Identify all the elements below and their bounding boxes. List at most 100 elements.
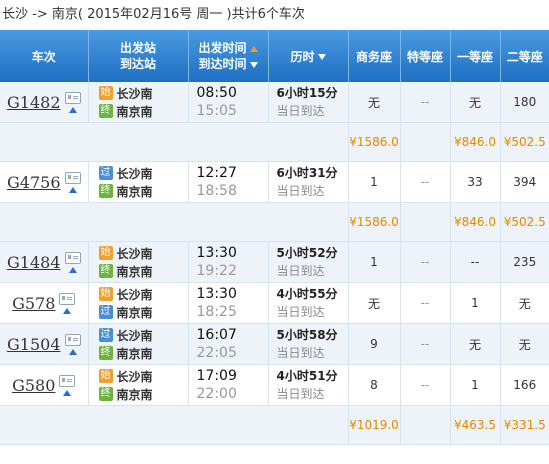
expand-triangle-icon[interactable] bbox=[63, 307, 72, 314]
seat-special: -- bbox=[400, 323, 451, 365]
seat-business: 1 bbox=[348, 241, 401, 283]
to-type-tag: 终 bbox=[98, 264, 113, 278]
header-times[interactable]: 出发时间 到达时间 bbox=[188, 30, 269, 82]
from-station: 长沙南 bbox=[116, 246, 153, 261]
train-number-cell: G578 bbox=[0, 292, 88, 314]
arrive-day: 当日到达 bbox=[276, 387, 325, 401]
arrive-time: 19:22 bbox=[196, 263, 237, 279]
to-station: 南京南 bbox=[116, 305, 153, 320]
from-type-tag: 始 bbox=[98, 369, 113, 383]
train-number-link[interactable]: G578 bbox=[12, 294, 55, 313]
arrive-day: 当日到达 bbox=[276, 346, 325, 360]
price-row: ¥1586.0 ¥846.0 ¥502.5 bbox=[0, 122, 549, 162]
price-row: ¥1586.0 ¥846.0 ¥502.5 bbox=[0, 202, 549, 242]
train-info-icon[interactable] bbox=[64, 171, 81, 184]
seat-second: 180 bbox=[500, 82, 549, 123]
seat-second: 无 bbox=[500, 282, 549, 324]
header-time-a: 出发时间 bbox=[198, 41, 247, 55]
train-number-cell: G4756 bbox=[0, 171, 88, 193]
sort-desc-icon[interactable] bbox=[249, 61, 258, 68]
from-station: 长沙南 bbox=[116, 328, 153, 343]
seat-business: 9 bbox=[348, 323, 401, 365]
depart-time: 13:30 bbox=[196, 286, 237, 302]
arrive-time: 18:58 bbox=[196, 183, 237, 199]
header-duration-label: 历时 bbox=[290, 49, 315, 64]
depart-time: 16:07 bbox=[196, 327, 237, 343]
train-number-link[interactable]: G1482 bbox=[7, 93, 61, 112]
seat-first: 33 bbox=[450, 161, 501, 203]
price-first: ¥846.0 bbox=[450, 202, 501, 242]
train-number-link[interactable]: G580 bbox=[12, 376, 55, 395]
arrive-day: 当日到达 bbox=[276, 264, 325, 278]
depart-time: 08:50 bbox=[196, 85, 237, 101]
to-type-tag: 终 bbox=[98, 184, 113, 198]
from-type-tag: 始 bbox=[98, 287, 113, 301]
header-station-b: 到达站 bbox=[119, 57, 156, 71]
to-station: 南京南 bbox=[116, 264, 153, 279]
price-first: ¥846.0 bbox=[450, 122, 501, 162]
seat-special: -- bbox=[400, 282, 451, 324]
duration: 6小时15分 bbox=[276, 86, 338, 100]
sort-asc-icon[interactable] bbox=[249, 45, 258, 52]
to-type-tag: 过 bbox=[98, 305, 113, 319]
from-station: 长沙南 bbox=[116, 86, 153, 101]
to-station: 南京南 bbox=[116, 387, 153, 402]
expand-triangle-icon[interactable] bbox=[68, 186, 77, 193]
expand-triangle-icon[interactable] bbox=[68, 266, 77, 273]
duration: 6小时31分 bbox=[276, 166, 338, 180]
header-stations[interactable]: 出发站 到达站 bbox=[88, 30, 189, 82]
expand-triangle-icon[interactable] bbox=[63, 389, 72, 396]
date-text: ( 2015年02月16号 周一 ) bbox=[77, 7, 232, 22]
arrive-day: 当日到达 bbox=[276, 104, 325, 118]
search-summary: 长沙 -> 南京( 2015年02月16号 周一 )共计6个车次 bbox=[0, 0, 549, 30]
header-second: 二等座 bbox=[500, 30, 549, 82]
price-business: ¥1586.0 bbox=[348, 202, 401, 242]
seat-first: 1 bbox=[450, 364, 501, 406]
from-type-tag: 始 bbox=[98, 246, 113, 260]
expand-triangle-icon[interactable] bbox=[68, 106, 77, 113]
train-info-icon[interactable] bbox=[59, 292, 76, 305]
duration: 4小时55分 bbox=[276, 287, 338, 301]
header-special: 特等座 bbox=[400, 30, 451, 82]
seat-special: -- bbox=[400, 161, 451, 203]
table-row: G578 始长沙南 过南京南 13:30 18:25 4小时55分 当日到达 无… bbox=[0, 282, 549, 324]
to-station: 南京南 bbox=[116, 184, 153, 199]
header-duration[interactable]: 历时 bbox=[268, 30, 349, 82]
seat-second: 394 bbox=[500, 161, 549, 203]
seat-first: -- bbox=[450, 241, 501, 283]
to-station: 南京南 bbox=[116, 346, 153, 361]
header-first: 一等座 bbox=[450, 30, 501, 82]
price-second: ¥331.5 bbox=[500, 405, 549, 445]
to-type-tag: 终 bbox=[98, 346, 113, 360]
seat-special: -- bbox=[400, 364, 451, 406]
table-row: G1504 过长沙南 终南京南 16:07 22:05 5小时58分 当日到达 … bbox=[0, 323, 549, 365]
seat-first: 无 bbox=[450, 82, 501, 123]
train-number-link[interactable]: G1484 bbox=[7, 253, 61, 272]
header-station-a: 出发站 bbox=[119, 41, 156, 55]
route-text: 长沙 -> 南京 bbox=[2, 7, 78, 22]
train-info-icon[interactable] bbox=[64, 251, 81, 264]
duration: 5小时58分 bbox=[276, 328, 338, 342]
train-number-link[interactable]: G1504 bbox=[7, 335, 61, 354]
depart-time: 12:27 bbox=[196, 165, 237, 181]
duration-sort-icon[interactable] bbox=[317, 54, 326, 60]
header-time-b: 到达时间 bbox=[198, 57, 247, 71]
train-number-cell: G1484 bbox=[0, 251, 88, 273]
depart-time: 13:30 bbox=[196, 245, 237, 261]
seat-second: 无 bbox=[500, 323, 549, 365]
arrive-time: 15:05 bbox=[196, 103, 237, 119]
train-info-icon[interactable] bbox=[64, 333, 81, 346]
expand-triangle-icon[interactable] bbox=[68, 348, 77, 355]
from-type-tag: 过 bbox=[98, 166, 113, 180]
from-station: 长沙南 bbox=[116, 369, 153, 384]
table-body: G1482 始长沙南 终南京南 08:50 15:05 6小时15分 当日到达 … bbox=[0, 82, 549, 445]
train-info-icon[interactable] bbox=[59, 374, 76, 387]
train-info-icon[interactable] bbox=[64, 91, 81, 104]
train-number-link[interactable]: G4756 bbox=[7, 173, 61, 192]
to-station: 南京南 bbox=[116, 104, 153, 119]
header-train[interactable]: 车次 bbox=[0, 30, 89, 82]
table-header: 车次 出发站 到达站 出发时间 到达时间 历时 商务座 特等座 一等座 二等座 bbox=[0, 30, 549, 82]
from-type-tag: 过 bbox=[98, 328, 113, 342]
from-station: 长沙南 bbox=[116, 166, 153, 181]
arrive-day: 当日到达 bbox=[276, 184, 325, 198]
